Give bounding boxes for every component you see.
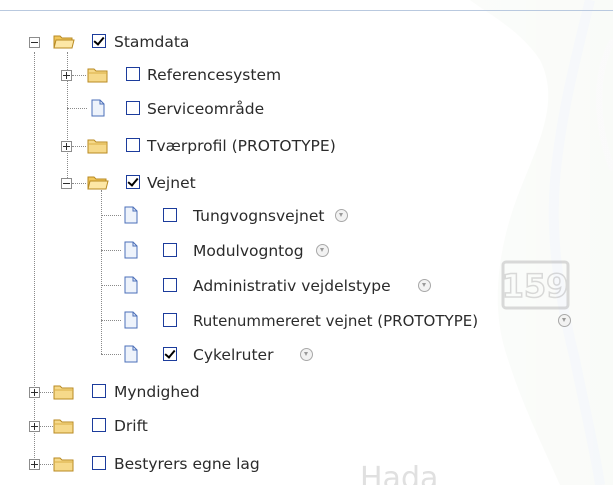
document-icon bbox=[124, 241, 138, 259]
tree-line bbox=[72, 183, 86, 184]
label-referencesystem[interactable]: Referencesystem bbox=[147, 64, 281, 86]
document-icon bbox=[91, 99, 105, 117]
tree-line bbox=[67, 108, 87, 109]
tree-line bbox=[34, 52, 35, 464]
collapse-toggle-stamdata[interactable] bbox=[29, 37, 40, 48]
info-dropdown-icon[interactable] bbox=[335, 209, 348, 222]
folder-icon bbox=[53, 457, 74, 472]
label-bestyrers-egne-lag[interactable]: Bestyrers egne lag bbox=[114, 453, 260, 475]
tree-line bbox=[39, 426, 53, 427]
document-icon bbox=[124, 311, 138, 329]
info-dropdown-icon[interactable] bbox=[316, 244, 329, 257]
checkbox-tungvognsvejnet[interactable] bbox=[163, 208, 177, 222]
checkbox-referencesystem[interactable] bbox=[126, 67, 140, 81]
checkbox-administrativ-vejdelstype[interactable] bbox=[163, 278, 177, 292]
label-serviceomraade[interactable]: Serviceområde bbox=[147, 98, 264, 120]
document-icon bbox=[124, 206, 138, 224]
checkbox-rutenummereret-vejnet[interactable] bbox=[163, 313, 177, 327]
label-myndighed[interactable]: Myndighed bbox=[114, 381, 200, 403]
checkbox-drift[interactable] bbox=[92, 418, 106, 432]
info-dropdown-icon[interactable] bbox=[418, 279, 431, 292]
expand-toggle-referencesystem[interactable] bbox=[61, 70, 72, 81]
checkbox-cykelruter[interactable] bbox=[163, 347, 177, 361]
label-stamdata[interactable]: Stamdata bbox=[114, 31, 189, 53]
label-rutenummereret-vejnet[interactable]: Rutenummereret vejnet (PROTOTYPE) bbox=[193, 310, 478, 332]
document-icon bbox=[124, 276, 138, 294]
checkbox-modulvogntog[interactable] bbox=[163, 243, 177, 257]
folder-open-icon bbox=[87, 176, 109, 190]
expand-toggle-bestyrers-egne-lag[interactable] bbox=[29, 459, 40, 470]
folder-open-icon bbox=[53, 35, 75, 49]
folder-icon bbox=[53, 419, 74, 434]
label-tungvognsvejnet[interactable]: Tungvognsvejnet bbox=[193, 205, 324, 227]
tree-line bbox=[72, 75, 86, 76]
checkbox-tvaerprofil[interactable] bbox=[126, 138, 140, 152]
label-vejnet[interactable]: Vejnet bbox=[147, 172, 196, 194]
folder-icon bbox=[53, 385, 74, 400]
label-administrativ-vejdelstype[interactable]: Administrativ vejdelstype bbox=[193, 275, 391, 297]
label-tvaerprofil[interactable]: Tværprofil (PROTOTYPE) bbox=[147, 135, 336, 157]
expand-toggle-tvaerprofil[interactable] bbox=[61, 141, 72, 152]
tree-line bbox=[101, 285, 121, 286]
checkbox-serviceomraade[interactable] bbox=[126, 101, 140, 115]
layer-tree: Stamdata Referencesystem Serviceområde T… bbox=[0, 0, 613, 485]
tree-line bbox=[39, 464, 53, 465]
checkbox-bestyrers-egne-lag[interactable] bbox=[92, 456, 106, 470]
tree-line bbox=[39, 392, 53, 393]
expand-toggle-myndighed[interactable] bbox=[29, 387, 40, 398]
tree-line bbox=[101, 320, 121, 321]
tree-line bbox=[101, 250, 121, 251]
collapse-toggle-vejnet[interactable] bbox=[61, 178, 72, 189]
checkbox-stamdata[interactable] bbox=[92, 34, 106, 48]
document-icon bbox=[124, 345, 138, 363]
expand-toggle-drift[interactable] bbox=[29, 421, 40, 432]
tree-line bbox=[72, 146, 86, 147]
tree-line bbox=[101, 354, 121, 355]
info-dropdown-icon[interactable] bbox=[300, 348, 313, 361]
label-modulvogntog[interactable]: Modulvogntog bbox=[193, 240, 304, 262]
info-dropdown-icon[interactable] bbox=[558, 314, 571, 327]
checkbox-myndighed[interactable] bbox=[92, 384, 106, 398]
checkbox-vejnet[interactable] bbox=[126, 175, 140, 189]
folder-icon bbox=[87, 68, 108, 83]
label-cykelruter[interactable]: Cykelruter bbox=[193, 344, 273, 366]
label-drift[interactable]: Drift bbox=[114, 415, 148, 437]
folder-icon bbox=[87, 139, 108, 154]
tree-line bbox=[101, 215, 121, 216]
